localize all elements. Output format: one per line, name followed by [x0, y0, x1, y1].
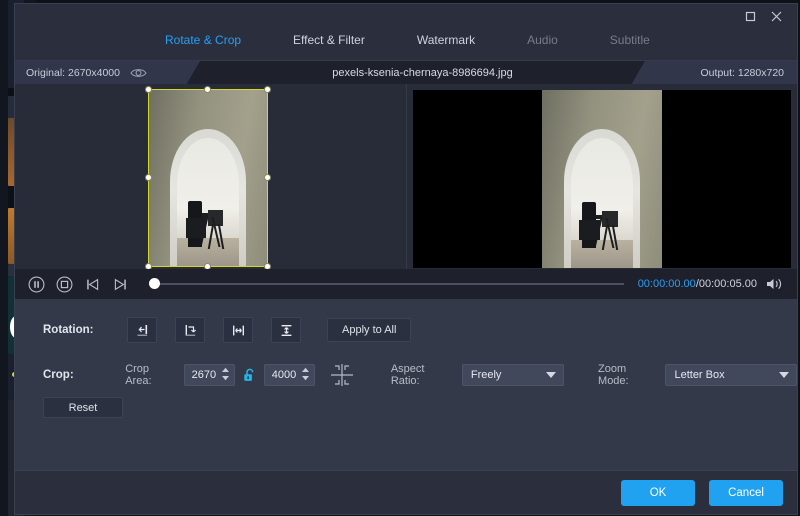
- tab-label: Subtitle: [610, 33, 650, 47]
- crop-selection-frame[interactable]: [148, 89, 268, 267]
- chevron-up-icon: [301, 367, 310, 373]
- seek-slider[interactable]: [149, 273, 624, 295]
- crop-handle-middle-right[interactable]: [264, 174, 271, 181]
- tab-label: Rotate & Crop: [165, 33, 241, 47]
- aspect-ratio-label: Aspect Ratio:: [391, 363, 455, 387]
- stop-icon: [56, 276, 73, 293]
- stepper-arrows[interactable]: [301, 367, 310, 381]
- media-info-bar: Original: 2670x4000 pexels-ksenia-cherna…: [15, 60, 797, 84]
- chevron-down-icon: [221, 375, 230, 381]
- letterbox-canvas: [413, 90, 791, 268]
- center-crop-icon: [329, 362, 355, 388]
- ok-button[interactable]: OK: [621, 480, 695, 506]
- dialog-footer: OK Cancel: [15, 470, 797, 514]
- seek-knob[interactable]: [149, 278, 160, 289]
- previous-frame-button[interactable]: [81, 273, 103, 295]
- rotate-left-icon: [135, 323, 150, 338]
- crop-area-label: Crop Area:: [125, 363, 176, 387]
- aspect-ratio-value: Freely: [471, 369, 502, 381]
- apply-to-all-button[interactable]: Apply to All: [327, 318, 411, 342]
- crop-row: Crop: Crop Area: 2670: [15, 359, 797, 391]
- next-frame-icon: [113, 277, 128, 292]
- restore-icon: [745, 11, 756, 22]
- stop-button[interactable]: [53, 273, 75, 295]
- close-button[interactable]: [763, 6, 789, 26]
- pause-button[interactable]: [25, 273, 47, 295]
- chevron-down-icon: [546, 372, 556, 378]
- crop-handle-top-center[interactable]: [204, 86, 211, 93]
- output-image-content: [542, 90, 662, 268]
- crop-handle-top-left[interactable]: [145, 86, 152, 93]
- source-image: [149, 90, 267, 266]
- output-preview-pane[interactable]: [407, 84, 797, 269]
- output-resolution-label: Output: 1280x720: [631, 61, 797, 85]
- ok-label: OK: [650, 487, 667, 499]
- chevron-down-icon: [779, 372, 789, 378]
- output-image: [542, 90, 662, 268]
- aspect-lock-button[interactable]: [243, 368, 256, 383]
- crop-width-value: 2670: [192, 369, 216, 381]
- preview-area: [15, 84, 797, 269]
- flip-horizontal-button[interactable]: [223, 317, 253, 343]
- chevron-down-icon: [301, 375, 310, 381]
- timecode-display: 00:00:00.00/00:00:05.00: [638, 278, 757, 290]
- stepper-arrows[interactable]: [221, 367, 230, 381]
- dialog-titlebar: [15, 4, 797, 28]
- lock-open-icon: [243, 368, 256, 383]
- rotate-right-icon: [183, 323, 198, 338]
- restore-button[interactable]: [737, 6, 763, 26]
- volume-button[interactable]: [763, 277, 787, 291]
- eye-icon: [130, 67, 147, 79]
- rotate-right-button[interactable]: [175, 317, 205, 343]
- center-crop-button[interactable]: [329, 362, 355, 388]
- file-name-label: pexels-ksenia-chernaya-8986694.jpg: [200, 61, 645, 85]
- cancel-label: Cancel: [728, 487, 764, 499]
- zoom-mode-label: Zoom Mode:: [598, 363, 658, 387]
- rotation-label: Rotation:: [43, 324, 127, 336]
- source-preview-pane[interactable]: [15, 84, 407, 269]
- original-info-group: Original: 2670x4000: [15, 61, 200, 85]
- next-frame-button[interactable]: [109, 273, 131, 295]
- original-resolution-label: Original: 2670x4000: [26, 67, 120, 79]
- crop-width-stepper[interactable]: 2670: [184, 364, 235, 386]
- tab-watermark[interactable]: Watermark: [391, 28, 501, 59]
- crop-handle-middle-left[interactable]: [145, 174, 152, 181]
- rotation-row: Rotation:: [15, 315, 797, 345]
- chevron-up-icon: [221, 367, 230, 373]
- volume-icon: [766, 277, 784, 291]
- zoom-mode-value: Letter Box: [674, 369, 724, 381]
- reset-button[interactable]: Reset: [43, 397, 123, 418]
- flip-vertical-icon: [279, 323, 294, 338]
- tab-label: Watermark: [417, 33, 475, 47]
- tab-rotate-crop[interactable]: Rotate & Crop: [139, 28, 267, 59]
- total-time: 00:00:05.00: [699, 278, 757, 290]
- close-icon: [770, 10, 783, 23]
- tab-subtitle[interactable]: Subtitle: [584, 28, 676, 59]
- crop-label: Crop:: [43, 369, 125, 381]
- transport-bar: 00:00:00.00/00:00:05.00: [15, 269, 797, 299]
- tab-label: Audio: [527, 33, 558, 47]
- current-time: 00:00:00.00: [638, 278, 696, 290]
- edit-dialog: Rotate & Crop Effect & Filter Watermark …: [14, 3, 798, 515]
- crop-height-stepper[interactable]: 4000: [264, 364, 315, 386]
- crop-height-value: 4000: [272, 369, 296, 381]
- tab-label: Effect & Filter: [293, 33, 365, 47]
- apply-to-all-label: Apply to All: [342, 324, 396, 336]
- aspect-ratio-select[interactable]: Freely: [462, 364, 564, 386]
- pause-icon: [28, 276, 45, 293]
- crop-handle-top-right[interactable]: [264, 86, 271, 93]
- settings-panel: Rotation:: [15, 299, 797, 470]
- reset-label: Reset: [69, 402, 98, 414]
- flip-horizontal-icon: [231, 323, 246, 338]
- tab-effect-filter[interactable]: Effect & Filter: [267, 28, 391, 59]
- seek-track: [149, 283, 624, 285]
- rotate-left-button[interactable]: [127, 317, 157, 343]
- preview-toggle-button[interactable]: [130, 67, 147, 79]
- tab-bar: Rotate & Crop Effect & Filter Watermark …: [15, 28, 797, 60]
- previous-frame-icon: [85, 277, 100, 292]
- zoom-mode-select[interactable]: Letter Box: [665, 364, 797, 386]
- tab-audio[interactable]: Audio: [501, 28, 584, 59]
- flip-vertical-button[interactable]: [271, 317, 301, 343]
- cancel-button[interactable]: Cancel: [709, 480, 783, 506]
